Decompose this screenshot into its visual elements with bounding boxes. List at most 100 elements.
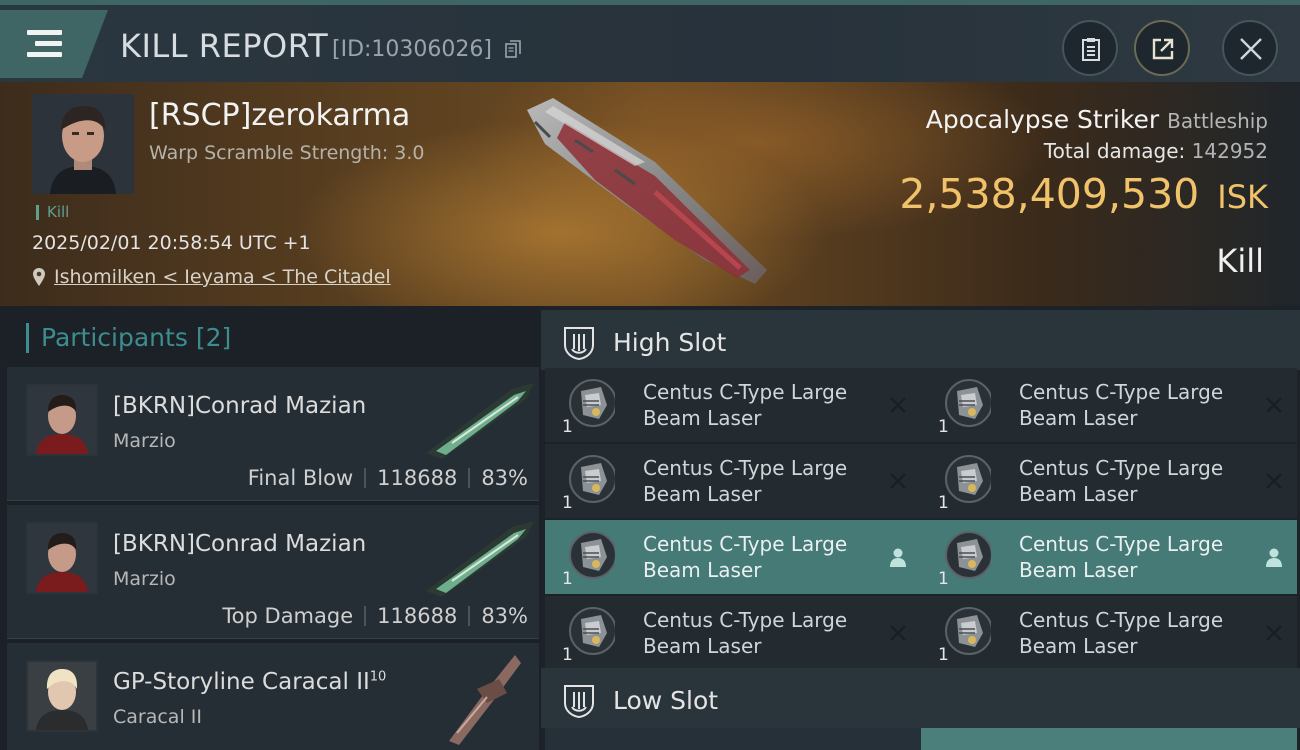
module-name-line2: Beam Laser [1019, 482, 1138, 506]
menu-icon [27, 30, 62, 35]
clipboard-button[interactable] [1062, 20, 1118, 76]
low-slot-module-partial[interactable] [921, 728, 1297, 750]
high-slot-module[interactable]: 1 Centus C-Type Large Beam Laser [921, 444, 1297, 518]
module-name: Centus C-Type Large Beam Laser [643, 455, 883, 507]
clipboard-icon [1082, 38, 1100, 61]
fitting-panel: High Slot 1 Centus C-Type Large Beam Laser… [541, 306, 1300, 750]
dropped-person-icon [1266, 548, 1282, 567]
high-slot-label: High Slot [613, 328, 727, 357]
victim-banner: [RSCP]zerokarma Warp Scramble Strength: … [0, 82, 1300, 306]
module-quantity: 1 [562, 569, 573, 589]
copy-icon[interactable] [505, 40, 521, 58]
module-name: Centus C-Type Large Beam Laser [1019, 607, 1259, 659]
total-damage: Total damage: 142952 [1044, 139, 1268, 163]
report-id: [ID:10306026] [332, 37, 492, 62]
close-icon [1240, 38, 1262, 60]
header-bar: KILL REPORT [ID:10306026] [0, 0, 1300, 82]
module-name-line2: Beam Laser [643, 558, 762, 582]
participant-card[interactable]: [BKRN]Conrad Mazian Marzio Top Damage 118… [7, 505, 539, 639]
high-slot-header: High Slot [541, 310, 1300, 370]
participant-name-text: GP-Storyline Caracal II [113, 669, 370, 695]
isk-value: 2,538,409,530 ISK [899, 170, 1268, 218]
participant-ship: Marzio [113, 430, 176, 452]
participant-name: [BKRN]Conrad Mazian [113, 393, 367, 419]
module-quantity: 1 [938, 417, 949, 437]
kill-timestamp: 2025/02/01 20:58:54 UTC +1 [32, 232, 311, 254]
isk-unit: ISK [1217, 178, 1268, 216]
module-name-line2: Beam Laser [643, 406, 762, 430]
participants-panel: Participants [2] [BKRN]Conrad Mazian Mar… [0, 306, 541, 750]
close-button[interactable] [1222, 20, 1278, 76]
module-name: Centus C-Type Large Beam Laser [1019, 379, 1259, 431]
high-slot-module[interactable]: 1 Centus C-Type Large Beam Laser [921, 520, 1297, 594]
high-slot-module[interactable]: 1 Centus C-Type Large Beam Laser [545, 596, 921, 670]
participant-percent: 83% [481, 604, 528, 628]
damage-label: Total damage: [1043, 139, 1186, 163]
participant-ship: Marzio [113, 568, 176, 590]
damage-value: 142952 [1191, 139, 1268, 163]
module-quantity: 1 [562, 493, 573, 513]
high-slot-module[interactable]: 1 Centus C-Type Large Beam Laser [545, 520, 921, 594]
module-name-line1: Centus C-Type Large [1019, 380, 1224, 404]
isk-amount: 2,538,409,530 [899, 170, 1200, 218]
low-slot-header: Low Slot [541, 668, 1300, 728]
victim-avatar[interactable] [32, 94, 134, 194]
kill-location-link[interactable]: Ishomilken < Ieyama < The Citadel [54, 266, 391, 288]
kill-report-screen: KILL REPORT [ID:10306026] [RSCP]zerokarm… [0, 0, 1300, 750]
module-quantity: 1 [562, 417, 573, 437]
module-name-line1: Centus C-Type Large [1019, 532, 1224, 556]
victim-ship-image[interactable] [505, 92, 805, 292]
participants-header: Participants [2] [26, 323, 231, 353]
menu-button[interactable] [0, 10, 108, 78]
participant-stats: Top Damage 118688 83% [222, 604, 528, 628]
module-name-line2: Beam Laser [1019, 406, 1138, 430]
victim-ship-name: Apocalypse Striker Battleship [926, 105, 1268, 134]
module-quantity: 1 [938, 493, 949, 513]
ship-name-text: Apocalypse Striker [925, 105, 1160, 134]
module-name-line2: Beam Laser [1019, 634, 1138, 658]
low-slot-label: Low Slot [613, 686, 719, 715]
location-pin-icon [33, 268, 45, 286]
module-name: Centus C-Type Large Beam Laser [1019, 455, 1259, 507]
module-name-line1: Centus C-Type Large [643, 608, 848, 632]
page-title: KILL REPORT [120, 27, 329, 65]
participant-percent: 83% [481, 466, 528, 490]
module-name-line2: Beam Laser [1019, 558, 1138, 582]
destroyed-x-icon [1266, 473, 1282, 489]
module-name-line2: Beam Laser [643, 634, 762, 658]
participants-label: Participants [41, 323, 188, 352]
destroyed-x-icon [890, 473, 906, 489]
module-quantity: 1 [938, 645, 949, 665]
high-slot-module[interactable]: 1 Centus C-Type Large Beam Laser [921, 368, 1297, 442]
module-name-line2: Beam Laser [643, 482, 762, 506]
module-name: Centus C-Type Large Beam Laser [643, 531, 883, 583]
share-button[interactable] [1134, 20, 1190, 76]
share-icon [1152, 38, 1174, 60]
participant-ship-image [426, 521, 534, 597]
participant-card[interactable]: GP-Storyline Caracal II10 Caracal II [7, 643, 539, 750]
module-name: Centus C-Type Large Beam Laser [1019, 531, 1259, 583]
participant-name: GP-Storyline Caracal II10 [113, 669, 386, 695]
destroyed-x-icon [1266, 397, 1282, 413]
module-quantity: 1 [562, 645, 573, 665]
participant-role: Final Blow [247, 466, 354, 490]
participant-avatar [26, 522, 98, 594]
high-slot-module[interactable]: 1 Centus C-Type Large Beam Laser [545, 444, 921, 518]
module-quantity: 1 [938, 569, 949, 589]
destroyed-x-icon [890, 397, 906, 413]
participants-count: [2] [195, 323, 232, 352]
participant-stats: Final Blow 118688 83% [248, 466, 528, 490]
participant-card[interactable]: [BKRN]Conrad Mazian Marzio Final Blow 118… [7, 367, 539, 501]
kill-result: Kill [1216, 242, 1264, 280]
participant-role: Top Damage [222, 604, 354, 628]
participant-ship-image [426, 383, 534, 459]
low-slot-icon [564, 685, 594, 719]
high-slot-module[interactable]: 1 Centus C-Type Large Beam Laser [921, 596, 1297, 670]
high-slot-module[interactable]: 1 Centus C-Type Large Beam Laser [545, 368, 921, 442]
dropped-person-icon [890, 548, 906, 567]
participant-damage: 118688 [377, 466, 458, 490]
low-slot-module-partial[interactable] [545, 728, 921, 750]
high-slot-icon [564, 327, 594, 361]
module-name-line1: Centus C-Type Large [643, 456, 848, 480]
participant-ship-image [449, 655, 521, 745]
